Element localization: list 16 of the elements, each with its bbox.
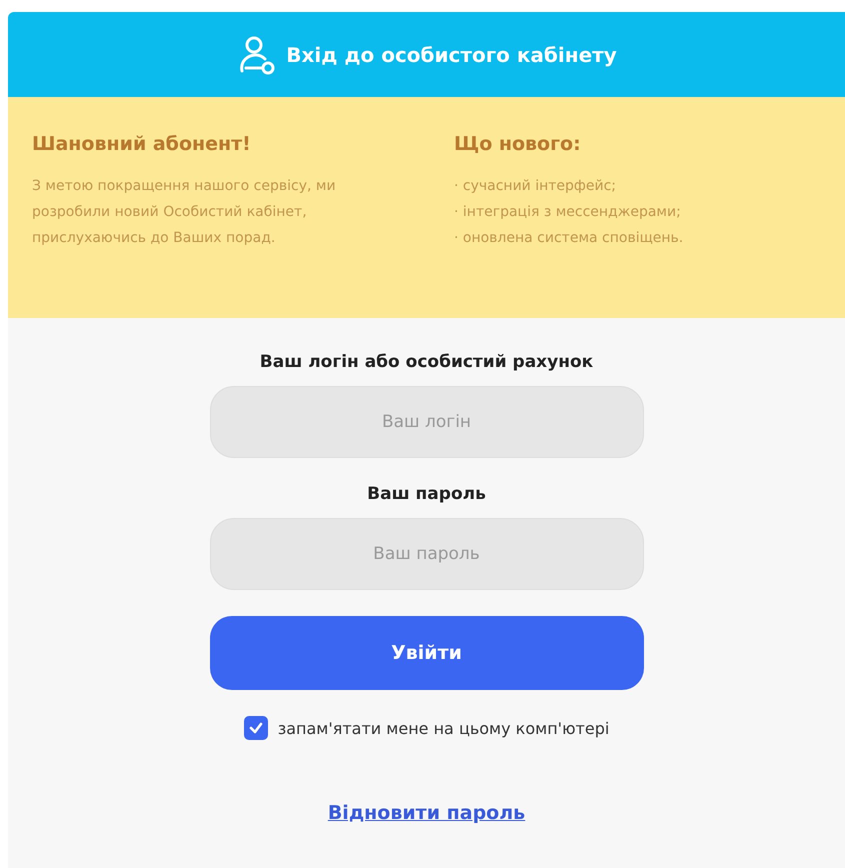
remember-checkbox[interactable] (244, 716, 268, 740)
notice-text: З метою покращення нашого сервісу, ми розробили новий Особистий кабінет, прислухаючись до Ваших порад. (32, 177, 337, 248)
header-title: Вхід до особистого кабінету (286, 42, 617, 66)
login-button[interactable]: Увійти (210, 616, 644, 690)
news-item: · інтеграція з мессенджерами; (454, 203, 682, 222)
news-item: · оновлена система сповіщень. (454, 229, 684, 248)
restore-password-link[interactable]: Відновити пароль (328, 802, 526, 824)
checkmark-icon (248, 721, 263, 735)
news-title: Що нового: (454, 133, 582, 155)
password-field[interactable]: Ваш пароль (210, 518, 644, 590)
field-label: Ваш логін або особистий рахунок (260, 352, 594, 372)
field-label: Ваш пароль (367, 484, 486, 504)
news-item: · сучасний інтерфейс; (454, 177, 618, 196)
greeting-title: Шановний абонент! (32, 133, 252, 155)
remember-label: запам'ятати мене на цьому комп'ютері (278, 718, 610, 738)
login-field[interactable]: Ваш логін (210, 386, 644, 458)
